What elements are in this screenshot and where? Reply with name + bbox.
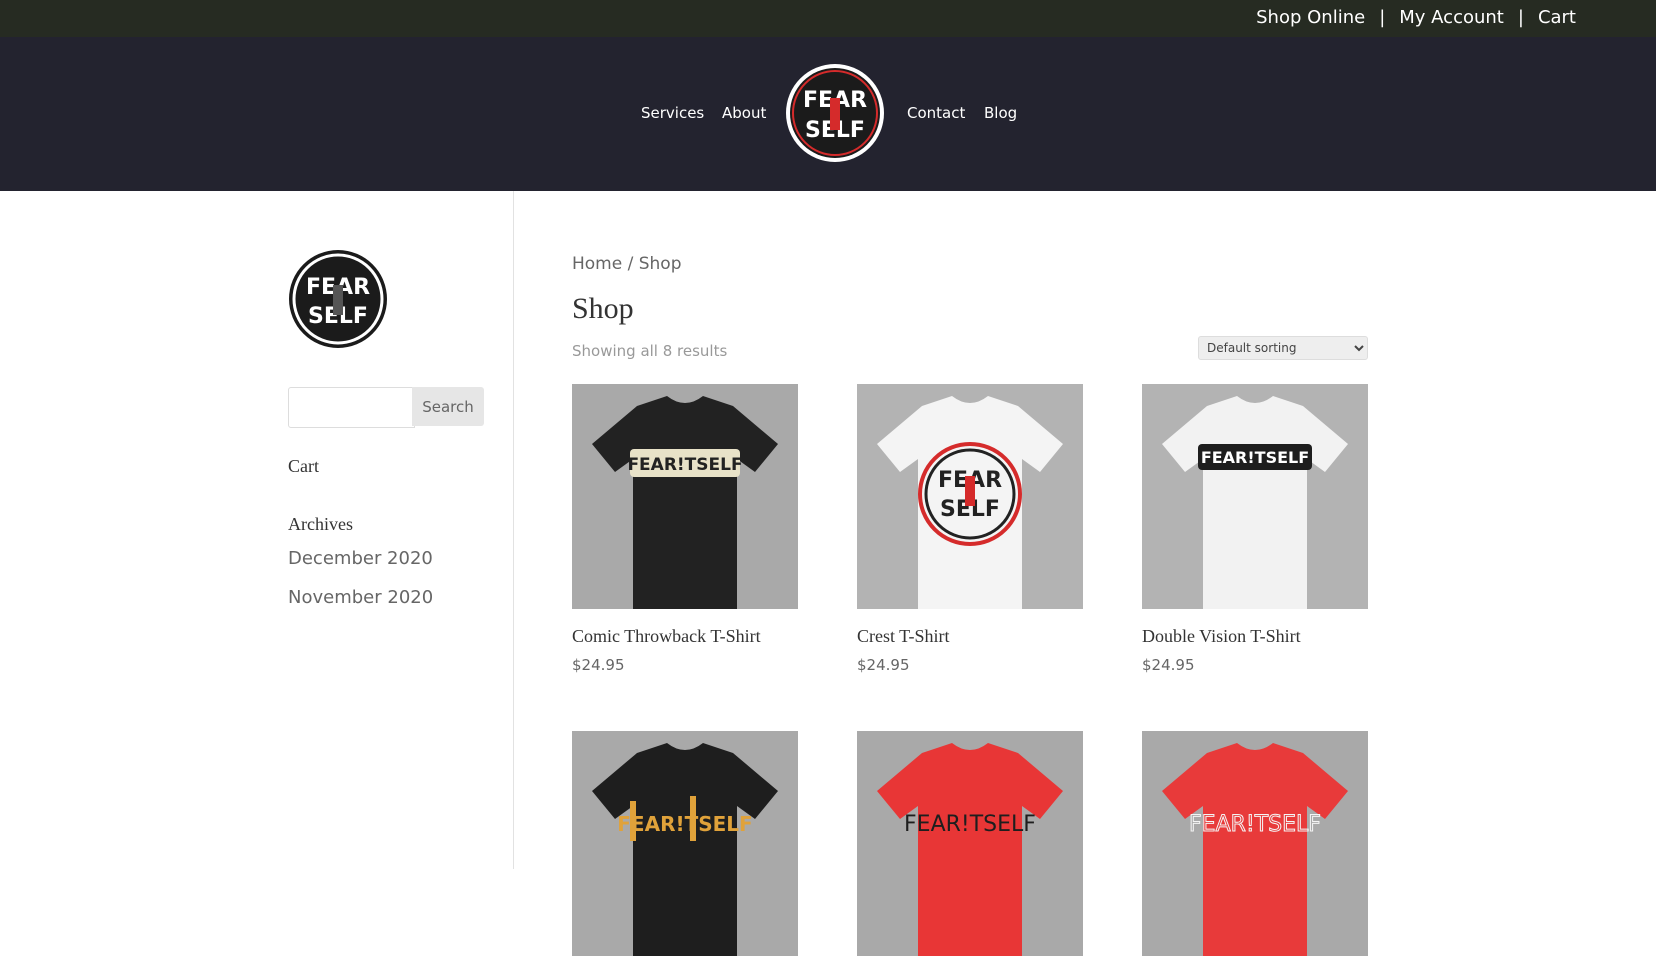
archive-november-2020[interactable]: November 2020	[288, 587, 433, 608]
shop-online-link[interactable]: Shop Online	[1256, 7, 1365, 28]
product-image[interactable]: FEAR!TSELF	[572, 384, 798, 609]
nav-about[interactable]: About	[722, 104, 766, 122]
product-name[interactable]: Comic Throwback T-Shirt	[572, 626, 798, 647]
nav-contact[interactable]: Contact	[907, 104, 965, 122]
product-price: $24.95	[1142, 656, 1195, 674]
nav-services[interactable]: Services	[641, 104, 704, 122]
page-title: Shop	[572, 292, 634, 325]
product-name[interactable]: Crest T-Shirt	[857, 626, 1083, 647]
product-card[interactable]: FEAR!TSELF Double Vision T-Shirt $24.95	[1142, 384, 1368, 674]
product-card[interactable]: FEAR!TSELF Comic Throwback T-Shirt $24.9…	[572, 384, 798, 674]
my-account-link[interactable]: My Account	[1399, 7, 1504, 28]
product-image[interactable]: FEAR!TSELF	[1142, 384, 1368, 609]
product-print-text: FEAR!TSELF	[1189, 812, 1321, 837]
cart-link[interactable]: Cart	[1538, 7, 1576, 28]
product-price: $24.95	[572, 656, 625, 674]
search-button[interactable]: Search	[412, 387, 484, 426]
product-image[interactable]: FEAR!TSELF	[1142, 731, 1368, 956]
product-card[interactable]: FEAR!TSELF	[572, 731, 798, 956]
product-card[interactable]: FEAR!TSELF	[1142, 731, 1368, 956]
top-separator: |	[1517, 7, 1524, 28]
results-count: Showing all 8 results	[572, 342, 728, 360]
top-separator: |	[1379, 7, 1386, 28]
search-input[interactable]	[288, 387, 415, 428]
product-image[interactable]: FEAR SELF	[857, 384, 1083, 609]
sidebar-logo: FEAR SELF	[288, 249, 388, 349]
sidebar-archives-title: Archives	[288, 514, 353, 534]
nav-blog[interactable]: Blog	[984, 104, 1017, 122]
product-name[interactable]: Double Vision T-Shirt	[1142, 626, 1368, 647]
search-form: Search	[288, 387, 484, 428]
breadcrumb-home[interactable]: Home	[572, 254, 622, 274]
archive-december-2020[interactable]: December 2020	[288, 548, 433, 569]
breadcrumb-current: / Shop	[622, 254, 682, 274]
product-print-text: FEAR!TSELF	[627, 455, 742, 475]
top-links: Shop Online | My Account | Cart	[1256, 7, 1576, 28]
breadcrumb: Home / Shop	[572, 254, 682, 274]
product-print-text: FEAR!TSELF	[617, 812, 752, 836]
product-image[interactable]: FEAR!TSELF	[572, 731, 798, 956]
site-header: Services About Contact Blog FEAR SELF	[0, 37, 1656, 191]
top-bar: Shop Online | My Account | Cart	[0, 0, 1656, 37]
product-print-text: FEAR!TSELF	[1201, 448, 1309, 467]
product-price: $24.95	[857, 656, 910, 674]
product-print-text: FEAR!TSELF	[904, 812, 1036, 837]
product-card[interactable]: FEAR!TSELF	[857, 731, 1083, 956]
sort-select[interactable]: Default sorting	[1198, 336, 1368, 360]
sidebar-divider	[513, 191, 514, 869]
site-logo[interactable]: FEAR SELF	[785, 63, 885, 163]
product-card[interactable]: FEAR SELF Crest T-Shirt $24.95	[857, 384, 1083, 674]
product-image[interactable]: FEAR!TSELF	[857, 731, 1083, 956]
sidebar-cart-title: Cart	[288, 456, 319, 476]
